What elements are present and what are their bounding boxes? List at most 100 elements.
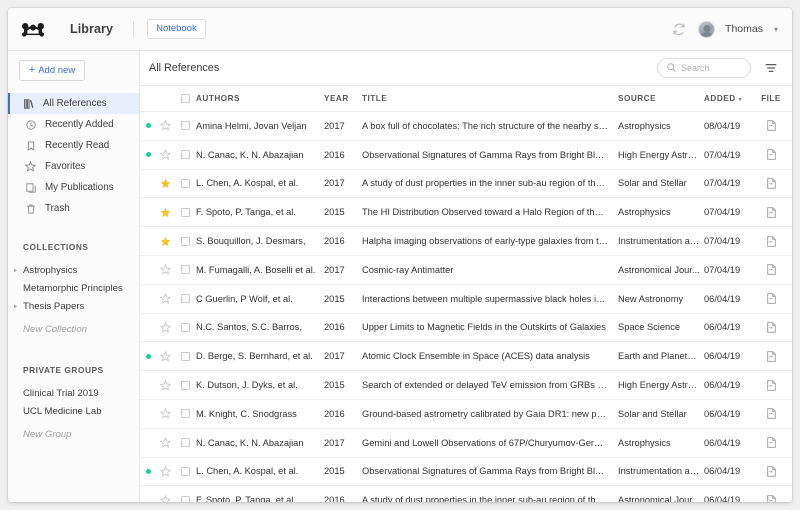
favorite-cell[interactable] bbox=[156, 379, 174, 391]
star-outline-icon[interactable] bbox=[159, 379, 171, 391]
cell-file[interactable] bbox=[758, 178, 784, 189]
notebook-button[interactable]: Notebook bbox=[147, 19, 206, 39]
favorite-cell[interactable] bbox=[156, 321, 174, 333]
cell-file[interactable] bbox=[758, 293, 784, 304]
star-outline-icon[interactable] bbox=[159, 293, 171, 304]
pdf-file-icon[interactable] bbox=[766, 120, 776, 132]
pdf-file-icon[interactable] bbox=[766, 379, 776, 391]
new-collection-button[interactable]: New Collection bbox=[8, 320, 139, 338]
row-checkbox[interactable] bbox=[180, 265, 190, 275]
favorite-cell[interactable] bbox=[156, 293, 174, 304]
collection-item-astrophysics[interactable]: ▸ Astrophysics bbox=[8, 261, 139, 279]
row-checkbox[interactable] bbox=[180, 438, 190, 448]
pdf-file-icon[interactable] bbox=[766, 149, 776, 160]
star-outline-icon[interactable] bbox=[159, 494, 171, 502]
filter-icon[interactable] bbox=[764, 61, 778, 75]
pdf-file-icon[interactable] bbox=[766, 207, 776, 218]
sidebar-item-my-publications[interactable]: My Publications bbox=[8, 177, 139, 198]
cell-file[interactable] bbox=[758, 408, 784, 420]
authors-column-header[interactable]: AUTHORS bbox=[196, 94, 324, 103]
row-checkbox[interactable] bbox=[180, 322, 190, 332]
mendeley-logo-icon[interactable] bbox=[18, 18, 48, 40]
table-row[interactable]: K. Dutson, J. Dyks, et al. 2015 Search of … bbox=[140, 371, 792, 400]
row-checkbox[interactable] bbox=[180, 207, 190, 217]
favorite-cell[interactable] bbox=[156, 264, 174, 276]
cell-file[interactable] bbox=[758, 322, 784, 333]
table-row[interactable]: C Guerlin, P Wolf, et al. 2015 Interaction… bbox=[140, 285, 792, 314]
row-checkbox-cell[interactable] bbox=[174, 322, 196, 332]
cell-title[interactable]: A study of dust properties in the inner … bbox=[362, 178, 618, 188]
star-outline-icon[interactable] bbox=[159, 120, 171, 132]
table-row[interactable]: Amina Helmi, Jovan Veljan 2017 A box full … bbox=[140, 112, 792, 141]
row-checkbox[interactable] bbox=[180, 236, 190, 246]
refresh-icon[interactable] bbox=[670, 20, 688, 38]
table-row[interactable]: M. Fumagalli, A. Boselli et al. 2017 Cosmi… bbox=[140, 256, 792, 285]
row-checkbox-cell[interactable] bbox=[174, 207, 196, 217]
row-checkbox[interactable] bbox=[180, 150, 190, 160]
table-row[interactable]: M. Knight, C. Snodgrass 2016 Ground-based … bbox=[140, 400, 792, 429]
group-item-ucl-medicine-lab[interactable]: UCL Medicine Lab bbox=[8, 402, 139, 420]
pdf-file-icon[interactable] bbox=[766, 466, 776, 477]
pdf-file-icon[interactable] bbox=[766, 437, 776, 448]
new-group-button[interactable]: New Group bbox=[8, 425, 139, 443]
cell-file[interactable] bbox=[758, 149, 784, 160]
cell-file[interactable] bbox=[758, 437, 784, 448]
star-outline-icon[interactable] bbox=[159, 408, 171, 420]
source-column-header[interactable]: SOURCE bbox=[618, 94, 704, 103]
favorite-cell[interactable] bbox=[156, 207, 174, 218]
row-checkbox-cell[interactable] bbox=[174, 409, 196, 419]
cell-title[interactable]: Ground-based astrometry calibrated by Ga… bbox=[362, 409, 618, 419]
star-outline-icon[interactable] bbox=[159, 321, 171, 333]
sidebar-item-recently-read[interactable]: Recently Read bbox=[8, 135, 139, 156]
pdf-file-icon[interactable] bbox=[766, 408, 776, 420]
row-checkbox[interactable] bbox=[180, 294, 190, 304]
chevron-down-icon[interactable]: ▾ bbox=[774, 25, 778, 34]
favorite-cell[interactable] bbox=[156, 465, 174, 477]
favorite-cell[interactable] bbox=[156, 350, 174, 362]
favorite-cell[interactable] bbox=[156, 437, 174, 448]
row-checkbox-cell[interactable] bbox=[174, 236, 196, 246]
row-checkbox-cell[interactable] bbox=[174, 466, 196, 476]
row-checkbox-cell[interactable] bbox=[174, 438, 196, 448]
table-row[interactable]: S. Bouquillon, J. Desmars, 2016 Halpha ima… bbox=[140, 227, 792, 256]
cell-title[interactable]: Observational Signatures of Gamma Rays f… bbox=[362, 150, 618, 160]
row-checkbox[interactable] bbox=[180, 409, 190, 419]
row-checkbox[interactable] bbox=[180, 466, 190, 476]
favorite-cell[interactable] bbox=[156, 236, 174, 247]
row-checkbox[interactable] bbox=[180, 178, 190, 188]
favorite-cell[interactable] bbox=[156, 408, 174, 420]
star-outline-icon[interactable] bbox=[159, 264, 171, 276]
row-checkbox[interactable] bbox=[180, 121, 190, 131]
row-checkbox-cell[interactable] bbox=[174, 121, 196, 131]
row-checkbox[interactable] bbox=[180, 351, 190, 361]
cell-title[interactable]: A study of dust properties in the inner … bbox=[362, 495, 618, 502]
row-checkbox-cell[interactable] bbox=[174, 150, 196, 160]
cell-title[interactable]: Halpha imaging observations of early-typ… bbox=[362, 236, 618, 246]
cell-file[interactable] bbox=[758, 235, 784, 247]
cell-file[interactable] bbox=[758, 495, 784, 502]
cell-title[interactable]: Cosmic-ray Antimatter bbox=[362, 265, 618, 275]
row-checkbox-cell[interactable] bbox=[174, 178, 196, 188]
cell-file[interactable] bbox=[758, 379, 784, 391]
search-box[interactable] bbox=[657, 58, 751, 78]
cell-file[interactable] bbox=[758, 351, 784, 362]
cell-title[interactable]: Upper Limits to Magnetic Fields in the O… bbox=[362, 322, 618, 332]
added-column-header[interactable]: ADDED ▾ bbox=[704, 94, 758, 103]
table-row[interactable]: L. Chen, A. Kospal, et al. 2015 Observatio… bbox=[140, 458, 792, 487]
sidebar-item-recently-added[interactable]: Recently Added bbox=[8, 114, 139, 135]
pdf-file-icon[interactable] bbox=[766, 495, 776, 502]
star-outline-icon[interactable] bbox=[159, 437, 171, 448]
row-checkbox-cell[interactable] bbox=[174, 495, 196, 502]
sidebar-item-trash[interactable]: Trash bbox=[8, 198, 139, 219]
user-name[interactable]: Thomas bbox=[725, 23, 763, 35]
cell-title[interactable]: A box full of chocolates: The rich struc… bbox=[362, 121, 618, 131]
favorite-cell[interactable] bbox=[156, 178, 174, 189]
table-row[interactable]: D. Berge, S. Bernhard, et al. 2017 Atomic … bbox=[140, 342, 792, 372]
sidebar-item-favorites[interactable]: Favorites bbox=[8, 156, 139, 177]
star-outline-icon[interactable] bbox=[159, 350, 171, 362]
cell-title[interactable]: Interactions between multiple supermassi… bbox=[362, 294, 618, 304]
table-row[interactable]: F. Spoto, P. Tanga, et al. 2015 The HI Dis… bbox=[140, 198, 792, 228]
star-filled-icon[interactable] bbox=[160, 178, 171, 189]
star-filled-icon[interactable] bbox=[160, 236, 171, 247]
star-outline-icon[interactable] bbox=[159, 465, 171, 477]
